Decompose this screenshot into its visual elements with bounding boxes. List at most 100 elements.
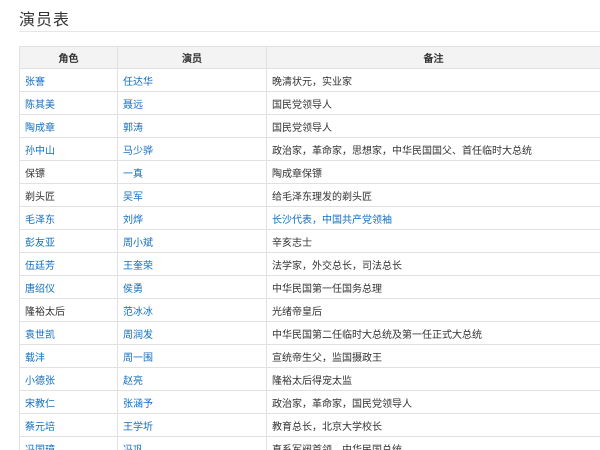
role-link[interactable]: 袁世凯 [25,330,55,341]
note-text: 给毛泽东理发的剃头匠 [272,191,372,203]
table-row: 载沣 周一围 宣统帝生父，监国摄政王 [19,344,600,368]
role-link[interactable]: 毛泽东 [25,215,55,226]
note-text: 政治家，革命家，国民党领导人 [272,398,412,410]
note-link[interactable]: 长沙代表，中国共产党领袖 [272,215,392,226]
table-header-row: 角色 演员 备注 [19,46,600,69]
role-text: 保镖 [25,168,45,180]
cell-role: 剃头匠 [19,183,118,207]
note-text: 中华民国第二任临时大总统及第一任正式大总统 [272,329,482,341]
table-row: 伍廷芳 王奎荣 法学家，外交总长，司法总长 [19,252,600,276]
actor-link[interactable]: 周一围 [123,353,153,364]
table-row: 剃头匠 吴军 给毛泽东理发的剃头匠 [19,183,600,207]
actor-link[interactable]: 张涵予 [123,399,153,410]
cast-table: 角色 演员 备注 张謇 任达华 晚清状元，实业家 陈其美 聂远 国民党领导人 陶成章 郭涛 国民… [19,46,600,450]
role-link[interactable]: 冯国璋 [25,445,55,450]
table-row: 张謇 任达华 晚清状元，实业家 [19,68,600,92]
note-text: 宣统帝生父，监国摄政王 [272,352,382,364]
note-text: 直系军阀首领，中华民国总统 [272,444,402,450]
actor-link[interactable]: 周小斌 [123,238,153,249]
actor-link[interactable]: 刘烨 [123,215,143,226]
table-row: 彭友亚 周小斌 辛亥志士 [19,229,600,253]
actor-link[interactable]: 一真 [123,169,143,180]
note-text: 光绪帝皇后 [272,306,322,318]
cell-actor: 周小斌 [117,229,267,253]
cell-actor: 周一围 [117,344,267,368]
cell-role: 陶成章 [19,114,118,138]
role-link[interactable]: 孙中山 [25,146,55,157]
cell-note: 给毛泽东理发的剃头匠 [266,183,600,207]
role-link[interactable]: 小德张 [25,376,55,387]
actor-link[interactable]: 聂远 [123,100,143,111]
cell-role: 保镖 [19,160,118,184]
cell-note: 辛亥志士 [266,229,600,253]
cell-actor: 王奎荣 [117,252,267,276]
cell-note: 晚清状元，实业家 [266,68,600,92]
table-row: 毛泽东 刘烨 长沙代表，中国共产党领袖 [19,206,600,230]
cell-note: 陶成章保镖 [266,160,600,184]
role-link[interactable]: 陶成章 [25,123,55,134]
cell-note: 法学家，外交总长，司法总长 [266,252,600,276]
cell-note: 长沙代表，中国共产党领袖 [266,206,600,230]
cell-role: 伍廷芳 [19,252,118,276]
cell-note: 直系军阀首领，中华民国总统 [266,436,600,450]
table-row: 陶成章 郭涛 国民党领导人 [19,114,600,138]
role-text: 隆裕太后 [25,306,65,318]
note-text: 辛亥志士 [272,237,312,249]
actor-link[interactable]: 任达华 [123,77,153,88]
cell-role: 隆裕太后 [19,298,118,322]
note-text: 法学家，外交总长，司法总长 [272,260,402,272]
cell-note: 中华民国第二任临时大总统及第一任正式大总统 [266,321,600,345]
role-link[interactable]: 彭友亚 [25,238,55,249]
cell-actor: 刘烨 [117,206,267,230]
header-role: 角色 [19,46,118,69]
cell-role: 孙中山 [19,137,118,161]
table-row: 保镖 一真 陶成章保镖 [19,160,600,184]
cell-note: 国民党领导人 [266,114,600,138]
actor-link[interactable]: 郭涛 [123,123,143,134]
cell-note: 政治家，革命家，国民党领导人 [266,390,600,414]
header-note: 备注 [266,46,600,69]
role-link[interactable]: 载沣 [25,353,45,364]
cell-role: 袁世凯 [19,321,118,345]
actor-link[interactable]: 范冰冰 [123,307,153,318]
actor-link[interactable]: 王奎荣 [123,261,153,272]
cell-actor: 马少骅 [117,137,267,161]
cell-role: 唐绍仪 [19,275,118,299]
table-row: 小德张 赵亮 隆裕太后得宠太监 [19,367,600,391]
table-row: 蔡元培 王学圻 教育总长，北京大学校长 [19,413,600,437]
table-row: 隆裕太后 范冰冰 光绪帝皇后 [19,298,600,322]
cell-note: 隆裕太后得宠太监 [266,367,600,391]
note-text: 晚清状元，实业家 [272,76,352,88]
cell-actor: 周润发 [117,321,267,345]
cell-actor: 郭涛 [117,114,267,138]
cell-note: 国民党领导人 [266,91,600,115]
cell-actor: 聂远 [117,91,267,115]
cell-role: 冯国璋 [19,436,118,450]
role-link[interactable]: 陈其美 [25,100,55,111]
cell-note: 政治家，革命家，思想家，中华民国国父、首任临时大总统 [266,137,600,161]
actor-link[interactable]: 马少骅 [123,146,153,157]
role-link[interactable]: 张謇 [25,77,45,88]
actor-link[interactable]: 王学圻 [123,422,153,433]
table-row: 袁世凯 周润发 中华民国第二任临时大总统及第一任正式大总统 [19,321,600,345]
table-row: 陈其美 聂远 国民党领导人 [19,91,600,115]
table-row: 宋教仁 张涵予 政治家，革命家，国民党领导人 [19,390,600,414]
cell-actor: 一真 [117,160,267,184]
role-link[interactable]: 蔡元培 [25,422,55,433]
role-link[interactable]: 唐绍仪 [25,284,55,295]
cell-note: 光绪帝皇后 [266,298,600,322]
cell-actor: 赵亮 [117,367,267,391]
actor-link[interactable]: 赵亮 [123,376,143,387]
cell-role: 陈其美 [19,91,118,115]
title-divider [19,31,600,32]
actor-link[interactable]: 侯勇 [123,284,143,295]
cell-note: 宣统帝生父，监国摄政王 [266,344,600,368]
cell-role: 毛泽东 [19,206,118,230]
cell-actor: 王学圻 [117,413,267,437]
actor-link[interactable]: 周润发 [123,330,153,341]
actor-link[interactable]: 冯巩 [123,445,143,450]
role-link[interactable]: 宋教仁 [25,399,55,410]
cell-role: 蔡元培 [19,413,118,437]
role-link[interactable]: 伍廷芳 [25,261,55,272]
actor-link[interactable]: 吴军 [123,192,143,203]
